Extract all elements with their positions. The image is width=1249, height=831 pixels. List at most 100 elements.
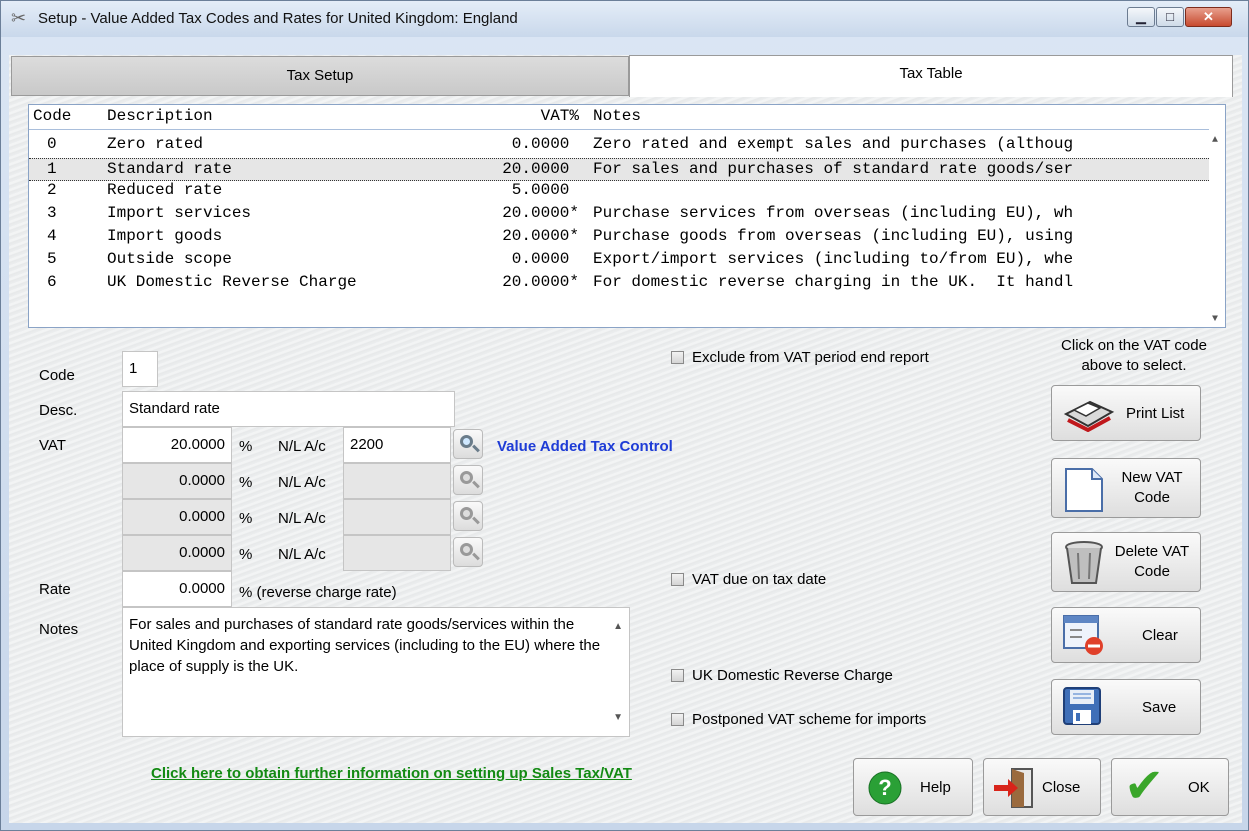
scroll-up-icon[interactable]: ▲ bbox=[1212, 135, 1218, 146]
print-list-label: Print List bbox=[1126, 405, 1185, 422]
vat-rate-field-4[interactable]: 0.0000 bbox=[122, 535, 232, 571]
cell-notes: Purchase goods from overseas (including … bbox=[593, 227, 1074, 245]
minimize-button[interactable]: ▁ bbox=[1127, 7, 1155, 27]
uk-domestic-reverse-checkbox[interactable] bbox=[671, 669, 684, 682]
delete-vat-code-button[interactable]: Delete VAT Code bbox=[1051, 532, 1201, 592]
description-field[interactable]: Standard rate bbox=[122, 391, 455, 427]
vat-rate-field-1[interactable]: 20.0000 bbox=[122, 427, 232, 463]
cell-vat: 20.0000* bbox=[502, 204, 579, 222]
nl-account-label: N/L A/c bbox=[278, 510, 326, 527]
nl-account-field-4[interactable] bbox=[343, 535, 451, 571]
nl-account-field-2[interactable] bbox=[343, 463, 451, 499]
scroll-down-icon[interactable]: ▼ bbox=[613, 707, 623, 728]
account-lookup-button-3[interactable] bbox=[453, 501, 483, 531]
help-label: Help bbox=[920, 779, 951, 796]
table-row[interactable]: 4 Import goods 20.0000* Purchase goods f… bbox=[29, 227, 1209, 250]
table-scrollbar[interactable]: ▲ ▼ bbox=[1209, 129, 1225, 327]
new-vat-code-label: New VAT Code bbox=[1121, 469, 1183, 506]
table-row-selected[interactable]: 1 Standard rate 20.0000 For sales and pu… bbox=[29, 158, 1209, 181]
exclude-report-label: Exclude from VAT period end report bbox=[692, 349, 929, 366]
table-row[interactable]: 6 UK Domestic Reverse Charge 20.0000* Fo… bbox=[29, 273, 1209, 296]
tab-tax-table[interactable]: Tax Table bbox=[629, 55, 1233, 97]
cell-code: 3 bbox=[47, 204, 57, 222]
cell-description: Standard rate bbox=[107, 160, 232, 178]
help-button[interactable]: ? Help bbox=[853, 758, 973, 816]
tab-tax-setup[interactable]: Tax Setup bbox=[11, 56, 629, 96]
close-button[interactable]: Close bbox=[983, 758, 1101, 816]
notes-label: Notes bbox=[39, 621, 79, 638]
cell-vat: 20.0000* bbox=[502, 273, 579, 291]
exclude-report-checkbox[interactable] bbox=[671, 351, 684, 364]
print-list-button[interactable]: Print List bbox=[1051, 385, 1201, 441]
save-label: Save bbox=[1142, 699, 1177, 716]
title-bar: ✂ Setup - Value Added Tax Codes and Rate… bbox=[1, 1, 1248, 37]
minimize-icon: ▁ bbox=[1136, 9, 1146, 24]
cell-notes: For domestic reverse charging in the UK.… bbox=[593, 273, 1074, 291]
rate-label: Rate bbox=[39, 581, 71, 598]
cell-notes: Purchase services from overseas (includi… bbox=[593, 204, 1074, 222]
cell-description: Import services bbox=[107, 204, 252, 222]
tools-icon: ✂ bbox=[11, 8, 27, 28]
desc-label: Desc. bbox=[39, 402, 78, 419]
trash-icon bbox=[1065, 541, 1103, 584]
maximize-icon: □ bbox=[1166, 9, 1174, 24]
vat-rate-field-3[interactable]: 0.0000 bbox=[122, 499, 232, 535]
notes-textarea[interactable]: For sales and purchases of standard rate… bbox=[122, 607, 630, 737]
cell-description: UK Domestic Reverse Charge bbox=[107, 273, 357, 291]
save-button[interactable]: Save bbox=[1051, 679, 1201, 735]
vat-rate-field-2[interactable]: 0.0000 bbox=[122, 463, 232, 499]
code-field[interactable]: 1 bbox=[122, 351, 158, 387]
select-hint: Click on the VAT code above to select. bbox=[1061, 337, 1207, 374]
nl-account-field-3[interactable] bbox=[343, 499, 451, 535]
cell-code: 2 bbox=[47, 181, 57, 199]
vat-due-tax-date-label: VAT due on tax date bbox=[692, 571, 827, 588]
header-code: Code bbox=[33, 107, 72, 125]
percent-label: % bbox=[239, 438, 253, 455]
cell-notes: Export/import services (including to/fro… bbox=[593, 250, 1074, 268]
help-icon: ? bbox=[868, 771, 902, 805]
vat-label: VAT bbox=[39, 437, 66, 454]
account-lookup-button-2[interactable] bbox=[453, 465, 483, 495]
delete-vat-code-label: Delete VAT Code bbox=[1114, 543, 1190, 580]
new-document-icon bbox=[1065, 468, 1103, 512]
header-description: Description bbox=[107, 107, 213, 125]
cell-code: 0 bbox=[47, 135, 57, 153]
maximize-button[interactable]: □ bbox=[1156, 7, 1184, 27]
scroll-up-icon[interactable]: ▲ bbox=[613, 616, 623, 637]
vat-info-link[interactable]: Click here to obtain further information… bbox=[151, 765, 632, 782]
account-lookup-button-4[interactable] bbox=[453, 537, 483, 567]
code-label: Code bbox=[39, 367, 75, 384]
new-vat-code-button[interactable]: New VAT Code bbox=[1051, 458, 1201, 518]
uk-domestic-reverse-label: UK Domestic Reverse Charge bbox=[692, 667, 893, 684]
clear-button[interactable]: Clear bbox=[1051, 607, 1201, 663]
exit-door-icon bbox=[994, 768, 1033, 808]
help-glyph: ? bbox=[878, 775, 891, 800]
postponed-vat-checkbox[interactable] bbox=[671, 713, 684, 726]
cell-vat: 0.0000 bbox=[511, 250, 579, 268]
table-row[interactable]: 0 Zero rated 0.0000 Zero rated and exemp… bbox=[29, 135, 1209, 158]
nl-account-field-1[interactable]: 2200 bbox=[343, 427, 451, 463]
cell-vat: 20.0000* bbox=[502, 227, 579, 245]
vat-due-tax-date-checkbox[interactable] bbox=[671, 573, 684, 586]
ok-label: OK bbox=[1188, 779, 1210, 796]
nl-account-label: N/L A/c bbox=[278, 546, 326, 563]
account-name: Value Added Tax Control bbox=[497, 438, 673, 455]
cell-code: 5 bbox=[47, 250, 57, 268]
vat-codes-table[interactable]: Code Description VAT% Notes 0 Zero rated… bbox=[28, 104, 1226, 328]
nl-account-label: N/L A/c bbox=[278, 474, 326, 491]
setup-window: ✂ Setup - Value Added Tax Codes and Rate… bbox=[0, 0, 1249, 831]
table-row[interactable]: 5 Outside scope 0.0000 Export/import ser… bbox=[29, 250, 1209, 273]
cell-vat: 5.0000 bbox=[511, 181, 579, 199]
reverse-charge-rate-field[interactable]: 0.0000 bbox=[122, 571, 232, 607]
clear-label: Clear bbox=[1142, 627, 1178, 644]
close-window-button[interactable]: ✕ bbox=[1185, 7, 1232, 27]
table-row[interactable]: 2 Reduced rate 5.0000 bbox=[29, 181, 1209, 204]
nl-account-label: N/L A/c bbox=[278, 438, 326, 455]
account-lookup-button-1[interactable] bbox=[453, 429, 483, 459]
scroll-down-icon[interactable]: ▼ bbox=[1212, 314, 1218, 325]
close-label: Close bbox=[1042, 779, 1081, 796]
table-row[interactable]: 3 Import services 20.0000* Purchase serv… bbox=[29, 204, 1209, 227]
cell-vat: 0.0000 bbox=[511, 135, 579, 153]
ok-button[interactable]: ✔ OK bbox=[1111, 758, 1229, 816]
table-header: Code Description VAT% Notes bbox=[29, 105, 1225, 130]
